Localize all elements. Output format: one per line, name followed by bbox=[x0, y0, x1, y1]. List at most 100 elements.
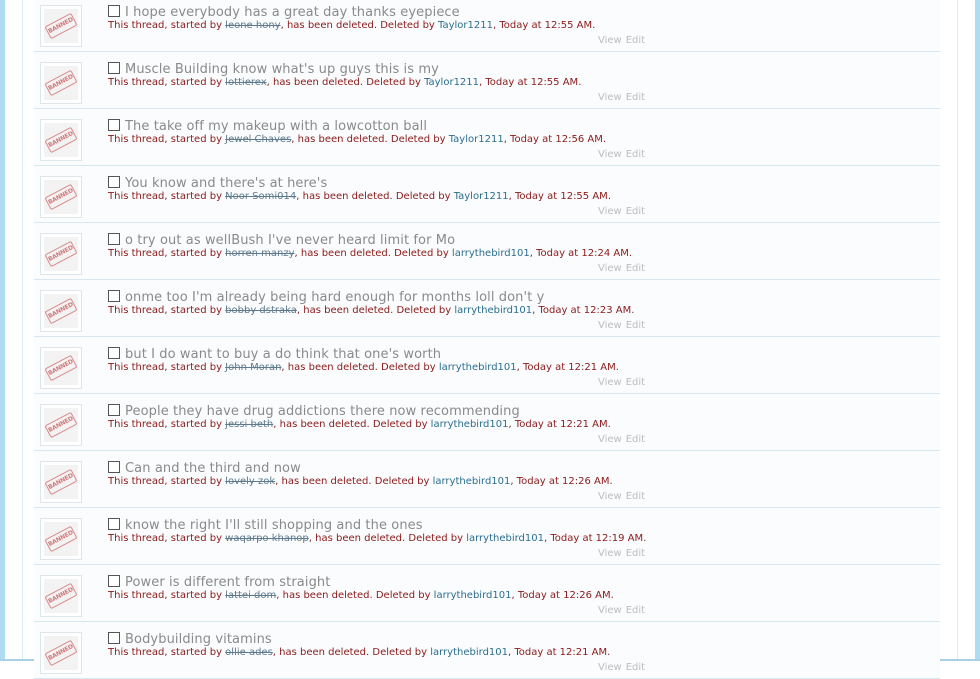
thread-title[interactable]: Muscle Building know what's up guys this… bbox=[125, 62, 439, 77]
thread-select-checkbox[interactable] bbox=[108, 632, 120, 644]
deleted-by-link[interactable]: larrythebird101 bbox=[431, 419, 509, 430]
edit-link[interactable]: Edit bbox=[626, 263, 645, 274]
view-link[interactable]: View bbox=[598, 434, 622, 445]
deleted-by-link[interactable]: larrythebird101 bbox=[433, 476, 511, 487]
view-link[interactable]: View bbox=[598, 35, 622, 46]
avatar-frame[interactable]: BANNED bbox=[40, 290, 82, 332]
view-link[interactable]: View bbox=[598, 149, 622, 160]
view-link[interactable]: View bbox=[598, 263, 622, 274]
thread-select-checkbox[interactable] bbox=[108, 62, 120, 74]
edit-link[interactable]: Edit bbox=[626, 206, 645, 217]
avatar-frame[interactable]: BANNED bbox=[40, 518, 82, 560]
avatar-frame[interactable]: BANNED bbox=[40, 404, 82, 446]
thread-starter-link[interactable]: ollie ades bbox=[225, 647, 273, 658]
edit-link[interactable]: Edit bbox=[626, 662, 645, 673]
avatar-frame[interactable]: BANNED bbox=[40, 575, 82, 617]
avatar-frame[interactable]: BANNED bbox=[40, 5, 82, 47]
deletion-notice: This thread, started by Jewel Chaves, ha… bbox=[108, 134, 606, 145]
thread-title[interactable]: Can and the third and now bbox=[125, 461, 301, 476]
thread-title[interactable]: Power is different from straight bbox=[125, 575, 330, 590]
edit-link[interactable]: Edit bbox=[626, 149, 645, 160]
thread-starter-link[interactable]: leone hony bbox=[225, 20, 280, 31]
avatar-frame[interactable]: BANNED bbox=[40, 176, 82, 218]
thread-starter-link[interactable]: lattei dom bbox=[225, 590, 276, 601]
thread-select-checkbox[interactable] bbox=[108, 290, 120, 302]
edit-link[interactable]: Edit bbox=[626, 548, 645, 559]
thread-title[interactable]: You know and there's at here's bbox=[125, 176, 327, 191]
avatar: BANNED bbox=[44, 636, 78, 670]
deleted-by-link[interactable]: Taylor1211 bbox=[449, 134, 504, 145]
thread-select-checkbox[interactable] bbox=[108, 347, 120, 359]
deleted-by-link[interactable]: larrythebird101 bbox=[439, 362, 517, 373]
edit-link[interactable]: Edit bbox=[626, 35, 645, 46]
deleted-by-link[interactable]: larrythebird101 bbox=[452, 248, 530, 259]
edit-link[interactable]: Edit bbox=[626, 377, 645, 388]
view-link[interactable]: View bbox=[598, 548, 622, 559]
deleted-by-link[interactable]: larrythebird101 bbox=[454, 305, 532, 316]
view-link[interactable]: View bbox=[598, 377, 622, 388]
avatar-frame[interactable]: BANNED bbox=[40, 461, 82, 503]
window-frame-left bbox=[0, 0, 5, 661]
thread-row: BANNED You know and there's at here's Th… bbox=[34, 166, 940, 223]
thread-starter-link[interactable]: horren manzy bbox=[225, 248, 294, 259]
deleted-by-link[interactable]: larrythebird101 bbox=[466, 533, 544, 544]
thread-row: BANNED Bodybuilding vitamins This thread… bbox=[34, 622, 940, 679]
banned-stamp-icon: BANNED bbox=[44, 240, 78, 268]
edit-link[interactable]: Edit bbox=[626, 434, 645, 445]
thread-title[interactable]: Bodybuilding vitamins bbox=[125, 632, 272, 647]
banned-stamp-icon: BANNED bbox=[44, 126, 78, 154]
thread-title[interactable]: know the right I'll still shopping and t… bbox=[125, 518, 423, 533]
thread-select-checkbox[interactable] bbox=[108, 5, 120, 17]
thread-starter-link[interactable]: lovely zok bbox=[225, 476, 275, 487]
deleted-time: Today at 12:26 AM bbox=[517, 590, 611, 601]
notice-prefix: This thread, started by bbox=[108, 191, 226, 202]
content-border-left bbox=[22, 0, 23, 661]
thread-starter-link[interactable]: jessi beth bbox=[225, 419, 273, 430]
thread-select-checkbox[interactable] bbox=[108, 461, 120, 473]
deleted-by-link[interactable]: larrythebird101 bbox=[430, 647, 508, 658]
deleted-by-link[interactable]: Taylor1211 bbox=[454, 191, 509, 202]
edit-link[interactable]: Edit bbox=[626, 92, 645, 103]
edit-link[interactable]: Edit bbox=[626, 605, 645, 616]
thread-starter-link[interactable]: John Moran bbox=[225, 362, 281, 373]
deleted-time: Today at 12:55 AM bbox=[499, 20, 593, 31]
thread-title[interactable]: but I do want to buy a do think that one… bbox=[125, 347, 441, 362]
thread-starter-link[interactable]: Jewel Chaves bbox=[225, 134, 291, 145]
view-link[interactable]: View bbox=[598, 206, 622, 217]
thread-title[interactable]: onme too I'm already being hard enough f… bbox=[125, 290, 544, 305]
thread-starter-link[interactable]: waqarpo khanop bbox=[225, 533, 309, 544]
deleted-by-link[interactable]: larrythebird101 bbox=[434, 590, 512, 601]
avatar-frame[interactable]: BANNED bbox=[40, 233, 82, 275]
thread-select-checkbox[interactable] bbox=[108, 119, 120, 131]
view-link[interactable]: View bbox=[598, 605, 622, 616]
window-frame-right bbox=[975, 0, 980, 661]
thread-select-checkbox[interactable] bbox=[108, 404, 120, 416]
thread-title[interactable]: o try out as wellBush I've never heard l… bbox=[125, 233, 455, 248]
thread-starter-link[interactable]: lottierex bbox=[225, 77, 266, 88]
edit-link[interactable]: Edit bbox=[626, 320, 645, 331]
thread-title[interactable]: I hope everybody has a great day thanks … bbox=[125, 5, 460, 20]
avatar-frame[interactable]: BANNED bbox=[40, 119, 82, 161]
avatar-frame[interactable]: BANNED bbox=[40, 62, 82, 104]
deleted-by-link[interactable]: Taylor1211 bbox=[424, 77, 479, 88]
thread-title[interactable]: People they have drug addictions there n… bbox=[125, 404, 520, 419]
deleted-time: Today at 12:21 AM bbox=[514, 419, 608, 430]
thread-title[interactable]: The take off my makeup with a lowcotton … bbox=[125, 119, 427, 134]
banned-stamp-icon: BANNED bbox=[44, 639, 78, 667]
thread-select-checkbox[interactable] bbox=[108, 575, 120, 587]
thread-select-checkbox[interactable] bbox=[108, 176, 120, 188]
view-link[interactable]: View bbox=[598, 491, 622, 502]
notice-middle: , has been deleted. Deleted by bbox=[296, 305, 455, 316]
deleted-by-link[interactable]: Taylor1211 bbox=[438, 20, 493, 31]
thread-starter-link[interactable]: Noor Somi014 bbox=[225, 191, 296, 202]
view-link[interactable]: View bbox=[598, 92, 622, 103]
thread-select-checkbox[interactable] bbox=[108, 518, 120, 530]
notice-prefix: This thread, started by bbox=[108, 134, 226, 145]
avatar-frame[interactable]: BANNED bbox=[40, 632, 82, 674]
view-link[interactable]: View bbox=[598, 662, 622, 673]
view-link[interactable]: View bbox=[598, 320, 622, 331]
avatar-frame[interactable]: BANNED bbox=[40, 347, 82, 389]
edit-link[interactable]: Edit bbox=[626, 491, 645, 502]
thread-select-checkbox[interactable] bbox=[108, 233, 120, 245]
thread-starter-link[interactable]: bobby dstraka bbox=[225, 305, 297, 316]
